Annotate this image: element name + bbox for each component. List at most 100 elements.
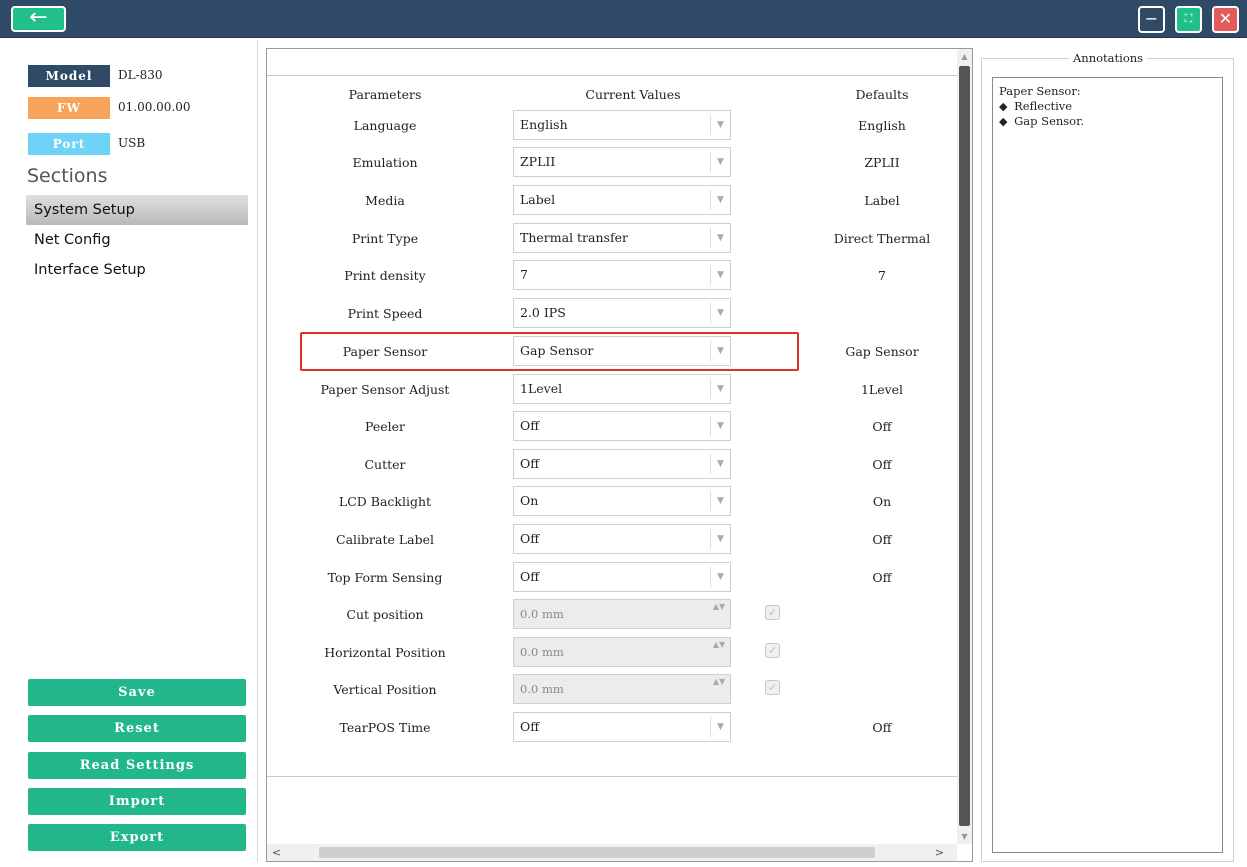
maximize-button[interactable]: ⛶: [1175, 6, 1202, 33]
default-value: 7: [878, 268, 886, 283]
param-label: Vertical Position: [333, 682, 437, 697]
annotation-item: ◆ Gap Sensor.: [999, 114, 1216, 129]
param-label: Cutter: [364, 457, 406, 472]
save-button[interactable]: Save: [28, 679, 246, 706]
spin-value: 0.0 mm: [520, 607, 564, 621]
check-icon: ✓: [767, 644, 778, 657]
settings-panel: Parameters Current Values Defaults Langu…: [266, 48, 973, 862]
default-value: Off: [872, 532, 892, 547]
header-current-values: Current Values: [585, 87, 681, 102]
sidebar: Model DL-830 FW 01.00.00.00 Port USB Sec…: [8, 40, 258, 862]
sidebar-item-system-setup[interactable]: System Setup: [26, 195, 248, 225]
header-parameters: Parameters: [348, 87, 422, 102]
spin-arrows-icon[interactable]: ▲▼: [712, 601, 726, 627]
annotations-box[interactable]: Paper Sensor: ◆ Reflective ◆ Gap Sensor.: [992, 77, 1223, 853]
dropdown-arrow-icon[interactable]: ▼: [710, 303, 730, 323]
dropdown-arrow-icon[interactable]: ▼: [710, 190, 730, 210]
paper-sensor-adjust-select[interactable]: 1Level ▼: [513, 374, 731, 404]
check-icon: ✓: [767, 681, 778, 694]
sections-title: Sections: [27, 165, 108, 187]
select-value: English: [520, 117, 568, 132]
print-speed-select[interactable]: 2.0 IPS ▼: [513, 298, 731, 328]
peeler-select[interactable]: Off ▼: [513, 411, 731, 441]
select-value: Label: [520, 192, 556, 207]
cut-position-checkbox[interactable]: ✓: [765, 605, 780, 620]
scroll-left-icon[interactable]: <: [269, 844, 284, 861]
scroll-right-icon[interactable]: >: [932, 844, 947, 861]
param-label: Print density: [344, 268, 426, 283]
media-select[interactable]: Label ▼: [513, 185, 731, 215]
sidebar-item-net-config[interactable]: Net Config: [26, 225, 248, 255]
vertical-position-checkbox[interactable]: ✓: [765, 680, 780, 695]
dropdown-arrow-icon[interactable]: ▼: [710, 454, 730, 474]
dropdown-arrow-icon[interactable]: ▼: [710, 416, 730, 436]
dropdown-arrow-icon[interactable]: ▼: [710, 265, 730, 285]
minimize-button[interactable]: −: [1138, 6, 1165, 33]
calibrate-label-select[interactable]: Off ▼: [513, 524, 731, 554]
vertical-position-spinbox[interactable]: 0.0 mm ▲▼: [513, 674, 731, 704]
select-value: 2.0 IPS: [520, 305, 566, 320]
dropdown-arrow-icon[interactable]: ▼: [710, 341, 730, 361]
read-settings-button[interactable]: Read Settings: [28, 752, 246, 779]
default-value: ZPLII: [864, 155, 900, 170]
scroll-down-icon[interactable]: ▼: [957, 829, 972, 844]
reset-button[interactable]: Reset: [28, 715, 246, 742]
lcd-backlight-select[interactable]: On ▼: [513, 486, 731, 516]
cut-position-spinbox[interactable]: 0.0 mm ▲▼: [513, 599, 731, 629]
print-density-select[interactable]: 7 ▼: [513, 260, 731, 290]
tearpos-time-select[interactable]: Off ▼: [513, 712, 731, 742]
horizontal-position-checkbox[interactable]: ✓: [765, 643, 780, 658]
settings-content: Parameters Current Values Defaults Langu…: [267, 49, 957, 844]
dropdown-arrow-icon[interactable]: ▼: [710, 529, 730, 549]
horizontal-position-spinbox[interactable]: 0.0 mm ▲▼: [513, 637, 731, 667]
horizontal-scroll-thumb[interactable]: [319, 847, 875, 858]
default-value: English: [858, 118, 906, 133]
spin-arrows-icon[interactable]: ▲▼: [712, 676, 726, 702]
spin-arrows-icon[interactable]: ▲▼: [712, 639, 726, 665]
dropdown-arrow-icon[interactable]: ▼: [710, 567, 730, 587]
horizontal-scrollbar[interactable]: < >: [267, 844, 957, 861]
param-label: Calibrate Label: [336, 532, 434, 547]
param-label: LCD Backlight: [338, 494, 432, 509]
spin-value: 0.0 mm: [520, 645, 564, 659]
sidebar-item-interface-setup[interactable]: Interface Setup: [26, 255, 248, 285]
cutter-select[interactable]: Off ▼: [513, 449, 731, 479]
dropdown-arrow-icon[interactable]: ▼: [710, 115, 730, 135]
dropdown-arrow-icon[interactable]: ▼: [710, 491, 730, 511]
header-defaults: Defaults: [855, 87, 909, 102]
scroll-up-icon[interactable]: ▲: [957, 49, 972, 64]
fw-value: 01.00.00.00: [118, 100, 191, 114]
minimize-icon: −: [1144, 9, 1159, 28]
default-value: On: [872, 494, 892, 509]
print-type-select[interactable]: Thermal transfer ▼: [513, 223, 731, 253]
param-label: Top Form Sensing: [327, 570, 443, 585]
default-value: Label: [864, 193, 900, 208]
dropdown-arrow-icon[interactable]: ▼: [710, 717, 730, 737]
top-form-sensing-select[interactable]: Off ▼: [513, 562, 731, 592]
export-button[interactable]: Export: [28, 824, 246, 851]
close-icon: ✕: [1218, 9, 1233, 28]
default-value: Off: [872, 720, 892, 735]
import-button[interactable]: Import: [28, 788, 246, 815]
language-select[interactable]: English ▼: [513, 110, 731, 140]
dropdown-arrow-icon[interactable]: ▼: [710, 379, 730, 399]
vertical-scroll-thumb[interactable]: [959, 66, 970, 826]
select-value: Off: [520, 531, 540, 546]
port-value: USB: [118, 136, 146, 150]
fw-badge: FW: [28, 97, 110, 119]
back-button[interactable]: ←: [11, 6, 66, 32]
select-value: On: [520, 493, 539, 508]
default-value: Off: [872, 570, 892, 585]
close-button[interactable]: ✕: [1212, 6, 1239, 33]
param-label: Peeler: [364, 419, 405, 434]
default-value: Off: [872, 419, 892, 434]
spin-value: 0.0 mm: [520, 682, 564, 696]
title-bar: ← − ⛶ ✕: [0, 0, 1247, 38]
dropdown-arrow-icon[interactable]: ▼: [710, 228, 730, 248]
model-value: DL-830: [118, 68, 163, 82]
vertical-scrollbar[interactable]: ▲ ▼: [957, 49, 972, 844]
paper-sensor-select[interactable]: Gap Sensor ▼: [513, 336, 731, 366]
emulation-select[interactable]: ZPLII ▼: [513, 147, 731, 177]
back-arrow-icon: ←: [29, 5, 48, 30]
dropdown-arrow-icon[interactable]: ▼: [710, 152, 730, 172]
